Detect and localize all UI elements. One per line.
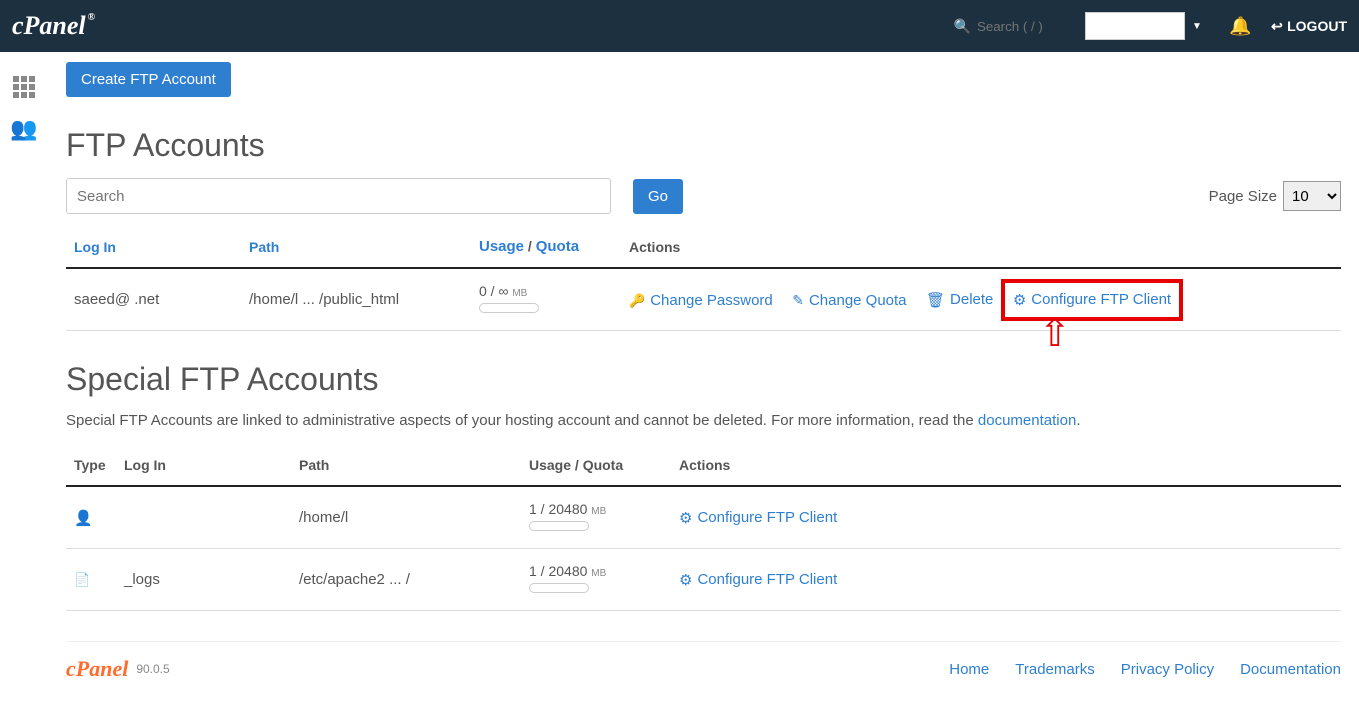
configure-ftp-client-link[interactable]: Configure FTP Client [1013, 291, 1171, 309]
footer: cPanel 90.0.5 Home Trademarks Privacy Po… [66, 641, 1341, 682]
th-type: Type [66, 447, 116, 486]
pencil-icon [792, 292, 804, 309]
usage-bar [529, 521, 589, 531]
navbar: cPanel® ▼ LOGOUT [0, 0, 1359, 52]
cell-path: /home/l ... /public_html [241, 268, 471, 331]
th-usage-quota: Usage / Quota [471, 228, 621, 268]
usage-bar [479, 303, 539, 313]
footer-trademarks-link[interactable]: Trademarks [1015, 661, 1094, 678]
table-row: /home/l 1 / 20480 MB Configure FTP Clien… [66, 486, 1341, 549]
th-path: Path [291, 447, 521, 486]
user-switcher[interactable]: ▼ [1085, 12, 1209, 40]
gear-icon [679, 509, 692, 527]
users-icon [10, 116, 37, 142]
sidebar [0, 52, 48, 142]
gear-icon [1013, 291, 1026, 309]
th-actions: Actions [671, 447, 1341, 486]
footer-documentation-link[interactable]: Documentation [1240, 661, 1341, 678]
accounts-search-input[interactable] [66, 178, 611, 214]
key-icon [629, 292, 645, 309]
th-quota[interactable]: Quota [536, 238, 579, 255]
cell-login: _logs [116, 549, 291, 611]
cell-path: /home/l [291, 486, 521, 549]
th-login: Log In [116, 447, 291, 486]
trash-icon [926, 291, 945, 309]
th-usage[interactable]: Usage [479, 238, 524, 255]
ftp-accounts-table: Log In Path Usage / Quota Actions saeed@… [66, 228, 1341, 331]
bell-icon[interactable] [1229, 16, 1251, 37]
footer-home-link[interactable]: Home [949, 661, 989, 678]
search-icon [954, 18, 971, 35]
table-row: _logs /etc/apache2 ... / 1 / 20480 MB Co… [66, 549, 1341, 611]
file-icon [74, 571, 90, 588]
footer-privacy-link[interactable]: Privacy Policy [1121, 661, 1214, 678]
table-row: saeed@ .net /home/l ... /public_html 0 /… [66, 268, 1341, 331]
th-actions: Actions [621, 228, 1341, 268]
ftp-accounts-title: FTP Accounts [66, 127, 1341, 164]
logout-button[interactable]: LOGOUT [1271, 18, 1347, 35]
change-password-link[interactable]: Change Password [629, 292, 773, 309]
cell-usage: 1 / 20480 MB [521, 549, 671, 611]
documentation-link[interactable]: documentation [978, 412, 1076, 429]
configure-ftp-client-link[interactable]: Configure FTP Client [679, 571, 837, 589]
cell-actions: Change Password Change Quota Delete [621, 268, 1341, 331]
logout-icon [1271, 18, 1283, 35]
cell-usage: 0 / ∞ MB [471, 268, 621, 331]
main-content: Create FTP Account FTP Accounts Go Page … [48, 52, 1359, 712]
accounts-go-button[interactable]: Go [633, 179, 683, 214]
page-size-select[interactable]: 10 [1283, 181, 1341, 211]
cell-login [116, 486, 291, 549]
sidebar-users-icon[interactable] [10, 116, 37, 142]
cell-login: saeed@ .net [66, 268, 241, 331]
special-ftp-description: Special FTP Accounts are linked to admin… [66, 412, 1341, 429]
logout-label: LOGOUT [1287, 18, 1347, 34]
change-quota-link[interactable]: Change Quota [792, 292, 906, 309]
person-icon [74, 509, 93, 527]
cell-actions: Configure FTP Client [671, 549, 1341, 611]
cell-usage: 1 / 20480 MB [521, 486, 671, 549]
usage-bar [529, 583, 589, 593]
version-label: 90.0.5 [136, 662, 169, 676]
special-ftp-table: Type Log In Path Usage / Quota Actions /… [66, 447, 1341, 611]
cpanel-logo-small: cPanel [66, 656, 128, 682]
cpanel-logo: cPanel® [12, 11, 93, 41]
global-search[interactable] [954, 18, 1067, 35]
th-login[interactable]: Log In [66, 228, 241, 268]
global-search-input[interactable] [977, 19, 1067, 34]
special-ftp-title: Special FTP Accounts [66, 361, 1341, 398]
page-size-label: Page Size [1209, 188, 1277, 205]
cell-actions: Configure FTP Client [671, 486, 1341, 549]
create-ftp-button[interactable]: Create FTP Account [66, 62, 231, 97]
annotation-arrow-icon: ⇧ [1039, 315, 1071, 353]
gear-icon [679, 571, 692, 589]
cell-path: /etc/apache2 ... / [291, 549, 521, 611]
grid-icon [13, 76, 35, 98]
cell-type [66, 549, 116, 611]
configure-ftp-client-link[interactable]: Configure FTP Client [679, 509, 837, 527]
th-path[interactable]: Path [241, 228, 471, 268]
th-usage: Usage / Quota [521, 447, 671, 486]
user-field[interactable] [1085, 12, 1185, 40]
delete-link[interactable]: Delete [926, 291, 993, 309]
user-caret-button[interactable]: ▼ [1185, 12, 1209, 40]
cell-type [66, 486, 116, 549]
sidebar-apps-icon[interactable] [13, 62, 35, 98]
